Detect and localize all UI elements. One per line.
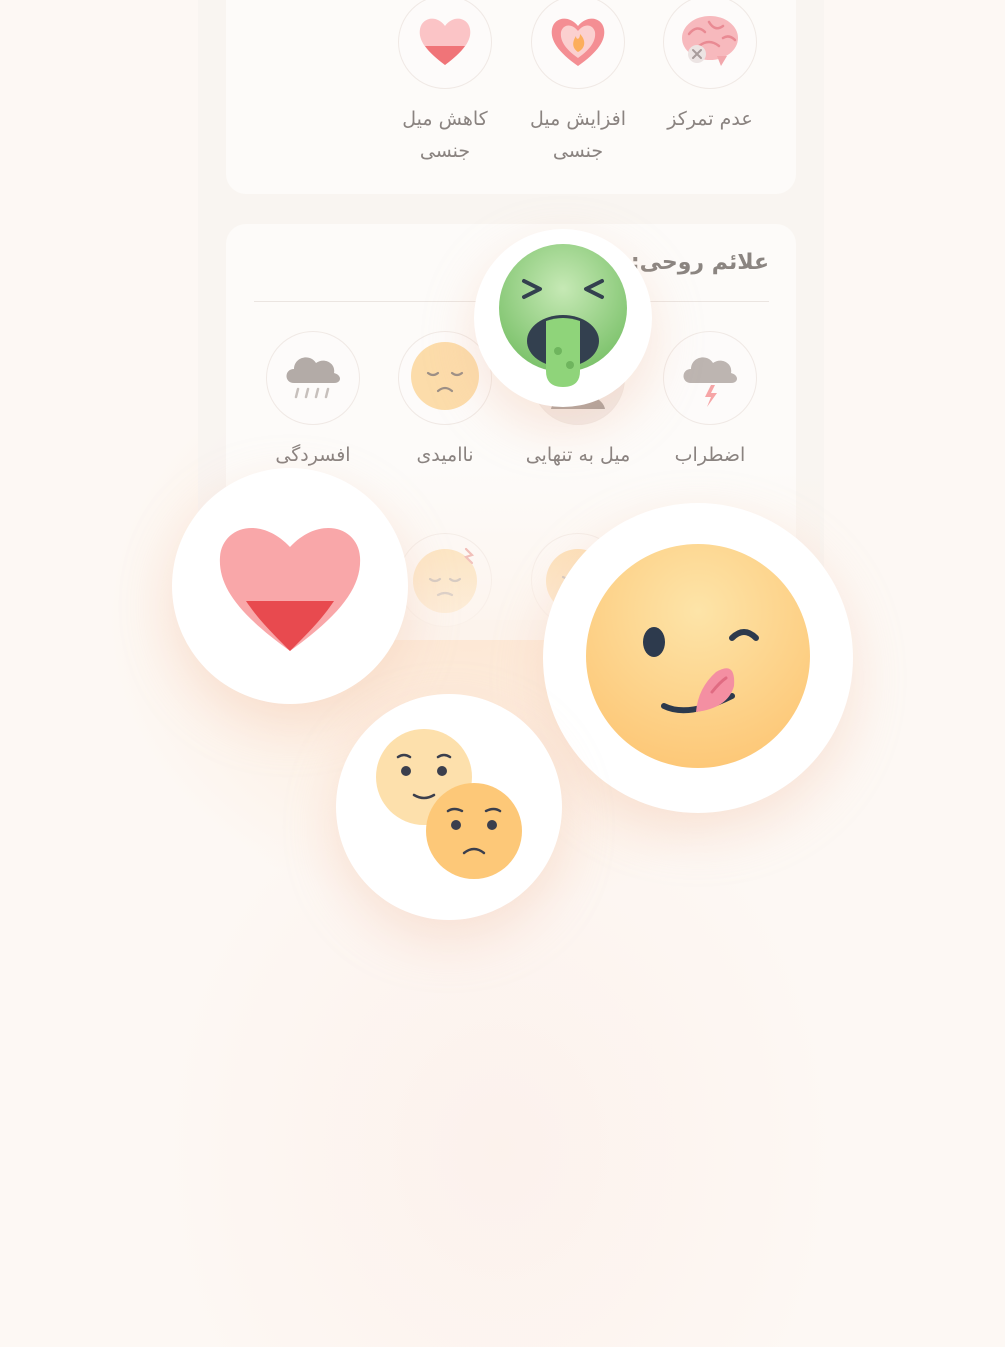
symptom-label: کاهش میل جنسی: [402, 108, 488, 162]
heart-fire-icon: [548, 12, 608, 72]
sad-face-icon: [410, 341, 480, 415]
symptom-label: عدم تمرکز: [667, 108, 753, 130]
symptom-label: اضطراب: [674, 444, 746, 466]
heart-low-icon: [216, 515, 364, 657]
symptom-icon-circle: [531, 0, 625, 89]
rain-cloud-icon: [280, 343, 346, 413]
floating-bubble-heart: [172, 468, 408, 704]
symptom-libido-increase[interactable]: افزایش میل جنسی: [508, 0, 648, 167]
heart-low-icon: [416, 13, 474, 71]
symptom-anxiety[interactable]: اضطراب: [640, 331, 780, 471]
symptom-icon-circle: [663, 0, 757, 89]
nausea-face-icon: [496, 241, 630, 395]
symptom-icon-circle: [398, 0, 492, 89]
craving-face-icon: [584, 542, 812, 774]
symptom-label: میل به تنهایی: [525, 444, 631, 466]
symptom-icon-circle: [663, 331, 757, 425]
symptom-label: افسردگی: [275, 444, 351, 466]
symptom-label: ناامیدی: [416, 444, 474, 466]
storm-cloud-icon: [677, 343, 743, 413]
worried-faces-icon: [374, 727, 524, 887]
floating-bubble-craving: [543, 503, 853, 813]
floating-bubble-nausea: [474, 229, 652, 407]
symptom-icon-circle: [266, 331, 360, 425]
brain-icon: [679, 12, 741, 72]
symptom-libido-decrease[interactable]: کاهش میل جنسی: [375, 0, 515, 167]
floating-bubble-worried: [336, 694, 562, 920]
symptom-label: افزایش میل جنسی: [530, 108, 626, 162]
symptom-depression[interactable]: افسردگی: [243, 331, 383, 471]
symptom-focus-loss[interactable]: عدم تمرکز: [640, 0, 780, 135]
section-title: علائم روحی:: [630, 250, 769, 275]
